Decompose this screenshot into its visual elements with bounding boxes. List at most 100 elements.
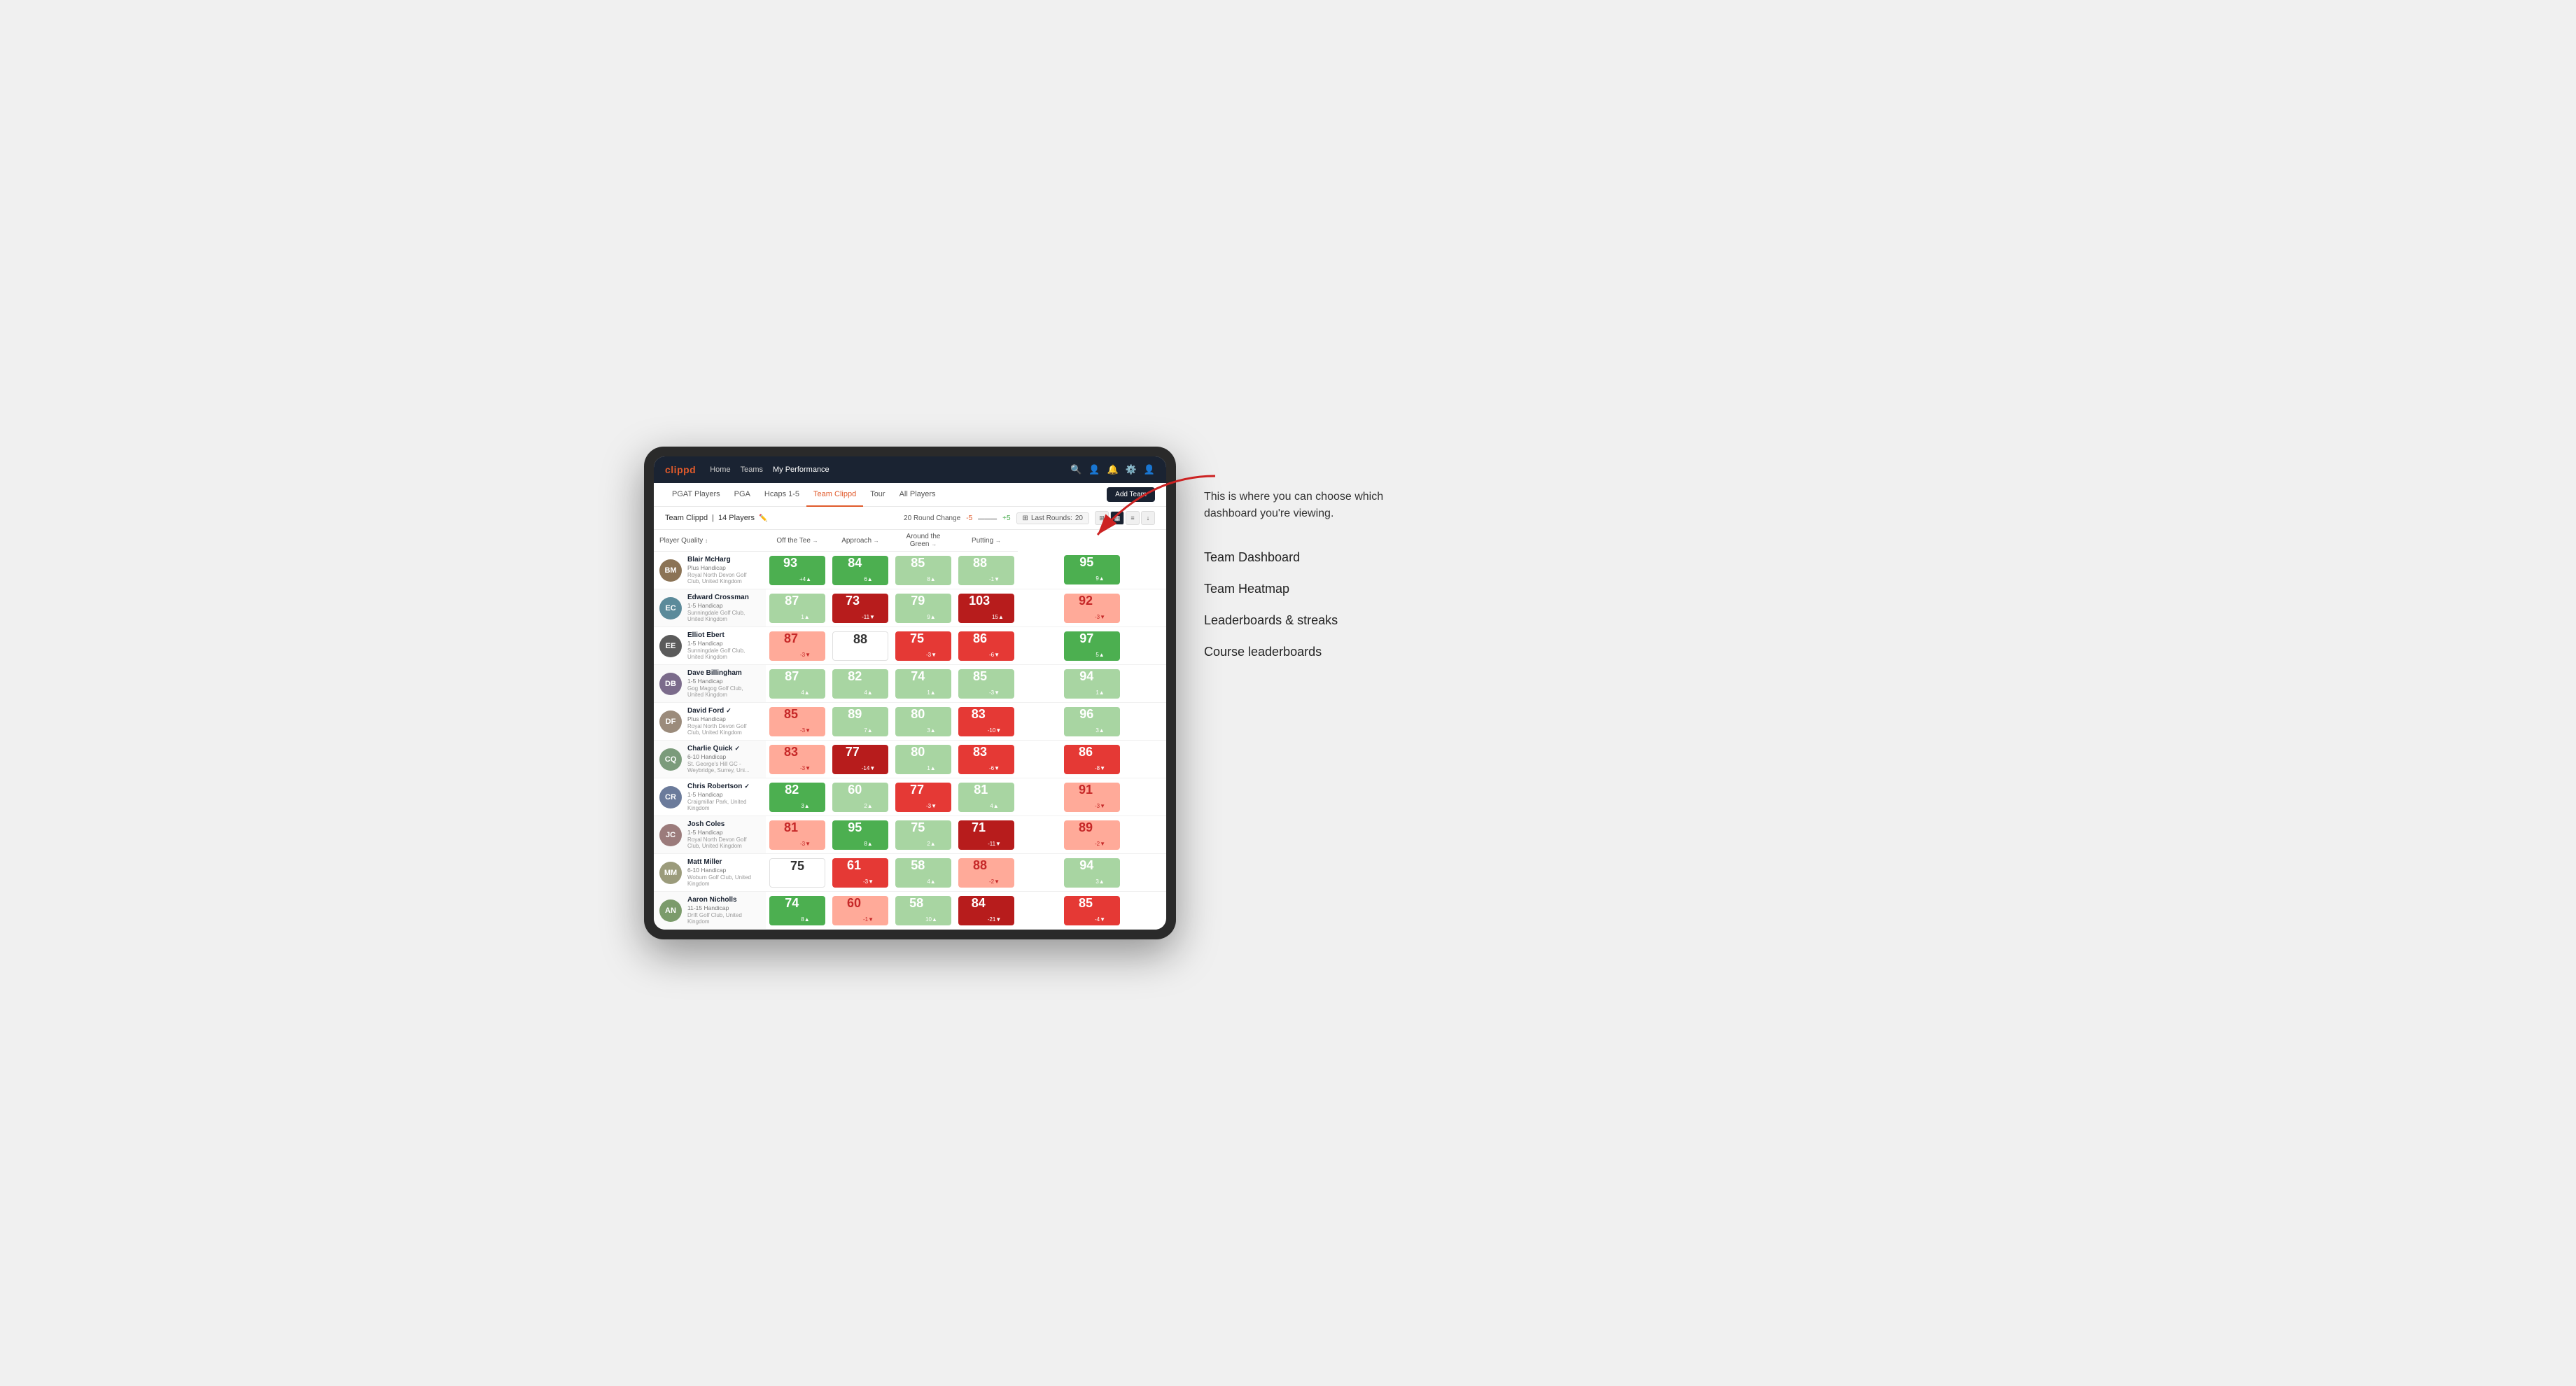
score-box: 58 4▲ [895,858,951,888]
score-approach-2: 75 -3▼ [892,627,955,665]
table-row[interactable]: EC Edward Crossman 1-5 Handicap Sunningd… [654,589,1166,627]
menu-item-course[interactable]: Course leaderboards [1204,645,1932,659]
player-name: Charlie Quick ✓ [687,745,760,752]
table-row[interactable]: CR Chris Robertson ✓ 1-5 Handicap Craigm… [654,778,1166,816]
score-box: 83 -10▼ [958,707,1014,736]
score-change: -11▼ [862,614,875,620]
sort-arrow-approach[interactable]: → [874,538,879,544]
score-box: 80 1▲ [895,745,951,774]
nav-links: Home Teams My Performance [710,465,1056,474]
score-around_green-7: 71 -11▼ [955,816,1018,854]
edit-icon[interactable]: ✏️ [759,514,767,522]
score-box: 97 5▲ [1064,631,1120,661]
player-cell-5[interactable]: CQ Charlie Quick ✓ 6-10 Handicap St. Geo… [654,741,766,778]
player-name: Edward Crossman [687,594,760,601]
score-box: 94 1▲ [1064,669,1120,699]
player-info: Edward Crossman 1-5 Handicap Sunningdale… [687,594,760,622]
subnav-pga[interactable]: PGA [727,483,757,507]
player-cell-9[interactable]: AN Aaron Nicholls 11-15 Handicap Drift G… [654,892,766,930]
score-off_tee-4: 89 7▲ [829,703,892,741]
score-value: 103 [969,594,990,608]
score-box: 86 -8▼ [1064,745,1120,774]
score-value: 85 [911,556,925,570]
score-putting-6: 91 -3▼ [1018,778,1166,816]
player-info: Chris Robertson ✓ 1-5 Handicap Craigmill… [687,783,760,811]
score-value: 79 [911,594,925,608]
score-value: 86 [973,631,987,646]
score-box: 92 -3▼ [1064,594,1120,623]
score-box: 82 4▲ [832,669,888,699]
score-value: 74 [911,669,925,684]
menu-item-leaderboards[interactable]: Leaderboards & streaks [1204,613,1932,628]
avatar: EE [659,635,682,657]
nav-link-myperformance[interactable]: My Performance [773,465,830,474]
sort-arrow-putting[interactable]: → [995,538,1001,544]
table-row[interactable]: AN Aaron Nicholls 11-15 Handicap Drift G… [654,892,1166,930]
player-cell-0[interactable]: BM Blair McHarg Plus Handicap Royal Nort… [654,552,766,589]
score-value: 95 [848,820,862,835]
score-change: -3▼ [926,652,937,658]
sort-arrow-green[interactable]: → [931,541,937,547]
player-cell-8[interactable]: MM Matt Miller 6-10 Handicap Woburn Golf… [654,854,766,892]
sort-arrow-tee[interactable]: → [813,538,818,544]
score-box: 75 2▲ [895,820,951,850]
table-row[interactable]: JC Josh Coles 1-5 Handicap Royal North D… [654,816,1166,854]
avatar: DB [659,673,682,695]
player-cell-7[interactable]: JC Josh Coles 1-5 Handicap Royal North D… [654,816,766,854]
score-value: 75 [911,820,925,835]
score-off_tee-3: 82 4▲ [829,665,892,703]
avatar: DF [659,710,682,733]
score-value: 92 [1079,594,1093,608]
score-player_quality-3: 87 4▲ [766,665,829,703]
score-change: -1▼ [863,916,874,923]
player-cell-6[interactable]: CR Chris Robertson ✓ 1-5 Handicap Craigm… [654,778,766,816]
player-handicap: Plus Handicap [687,715,760,722]
score-box: 103 15▲ [958,594,1014,623]
player-info: Charlie Quick ✓ 6-10 Handicap St. George… [687,745,760,774]
player-cell-2[interactable]: EE Elliot Ebert 1-5 Handicap Sunningdale… [654,627,766,665]
score-player_quality-0: 93 +4▲ [766,552,829,589]
score-change: -4▼ [1095,916,1105,923]
player-cell-4[interactable]: DF David Ford ✓ Plus Handicap Royal Nort… [654,703,766,741]
subnav-allplayers[interactable]: All Players [892,483,943,507]
score-value: 85 [1079,896,1093,911]
score-change: 10▲ [925,916,937,923]
menu-item-dashboard[interactable]: Team Dashboard [1204,550,1932,565]
score-value: 85 [784,707,798,722]
score-value: 71 [972,820,986,835]
score-off_tee-5: 77 -14▼ [829,741,892,778]
score-change: -3▼ [863,878,874,885]
col-aroundgreen: Around the Green → [892,530,955,552]
score-box: 87 4▲ [769,669,825,699]
table-row[interactable]: BM Blair McHarg Plus Handicap Royal Nort… [654,552,1166,589]
score-change: 9▲ [1096,575,1104,582]
table-row[interactable]: DB Dave Billingham 1-5 Handicap Gog Mago… [654,665,1166,703]
subnav-pgat[interactable]: PGAT Players [665,483,727,507]
score-change: -3▼ [800,841,811,847]
score-value: 82 [848,669,862,684]
table-row[interactable]: EE Elliot Ebert 1-5 Handicap Sunningdale… [654,627,1166,665]
subnav-teamclippd[interactable]: Team Clippd [806,483,863,507]
score-value: 83 [784,745,798,760]
nav-link-home[interactable]: Home [710,465,730,474]
player-info: Elliot Ebert 1-5 Handicap Sunningdale Go… [687,631,760,660]
neg-value: -5 [966,514,972,522]
player-cell-3[interactable]: DB Dave Billingham 1-5 Handicap Gog Mago… [654,665,766,703]
player-club: St. George's Hill GC - Weybridge, Surrey… [687,761,760,774]
player-cell-1[interactable]: EC Edward Crossman 1-5 Handicap Sunningd… [654,589,766,627]
score-box: 87 1▲ [769,594,825,623]
table-row[interactable]: CQ Charlie Quick ✓ 6-10 Handicap St. Geo… [654,741,1166,778]
score-value: 60 [847,896,861,911]
sort-arrow[interactable]: ↕ [705,538,708,544]
table-row[interactable]: MM Matt Miller 6-10 Handicap Woburn Golf… [654,854,1166,892]
nav-link-teams[interactable]: Teams [741,465,763,474]
player-info: Blair McHarg Plus Handicap Royal North D… [687,556,760,584]
subnav-tour[interactable]: Tour [863,483,892,507]
menu-item-heatmap[interactable]: Team Heatmap [1204,582,1932,596]
score-approach-1: 79 9▲ [892,589,955,627]
score-value: 77 [910,783,924,797]
table-row[interactable]: DF David Ford ✓ Plus Handicap Royal Nort… [654,703,1166,741]
score-off_tee-0: 84 6▲ [829,552,892,589]
subnav-hcaps[interactable]: Hcaps 1-5 [757,483,806,507]
score-value: 82 [785,783,799,797]
